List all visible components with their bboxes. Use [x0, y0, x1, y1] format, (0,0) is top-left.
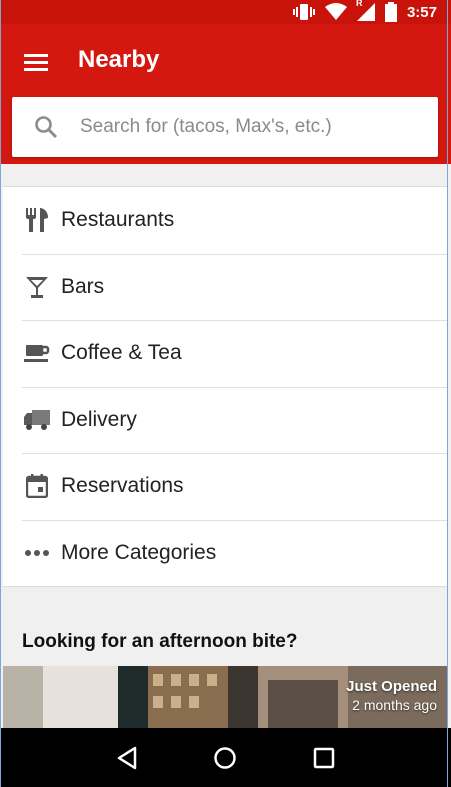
category-label: Restaurants: [61, 208, 175, 232]
right-edge-line: [447, 0, 448, 787]
category-item-more[interactable]: More Categories: [3, 519, 447, 587]
hamburger-menu-icon[interactable]: [18, 48, 54, 76]
category-item-bars[interactable]: Bars: [3, 253, 447, 321]
category-label: Bars: [61, 274, 105, 298]
search-placeholder: Search for (tacos, Max's, etc.): [80, 116, 332, 137]
system-nav-bar: [0, 728, 451, 787]
category-label: More Categories: [61, 540, 217, 564]
feature-card[interactable]: Just Opened 2 months ago: [3, 666, 447, 728]
category-item-restaurants[interactable]: Restaurants: [3, 187, 447, 254]
signal-roaming-icon: R: [355, 0, 375, 21]
vibrate-icon: [292, 3, 315, 21]
wifi-icon: [324, 3, 347, 21]
category-list: Restaurants Bars Coffee & Tea Delivery R…: [3, 186, 447, 587]
search-icon: [32, 113, 60, 141]
category-item-coffee-tea[interactable]: Coffee & Tea: [3, 320, 447, 387]
delivery-truck-icon: [22, 405, 52, 435]
page-title: Nearby: [78, 46, 160, 73]
category-item-delivery[interactable]: Delivery: [3, 386, 447, 454]
search-input[interactable]: Search for (tacos, Max's, etc.): [12, 97, 438, 157]
status-time: 3:57: [406, 3, 437, 21]
feature-badge: Just Opened 2 months ago: [346, 678, 437, 713]
back-icon[interactable]: [107, 738, 147, 778]
roaming-marker: R: [355, 0, 363, 8]
category-label: Delivery: [61, 407, 137, 431]
screen: R 3:57 Nearby Search for (tacos, Max's, …: [0, 0, 451, 787]
left-edge-line: [0, 0, 1, 787]
fork-knife-icon: [22, 205, 52, 235]
home-icon[interactable]: [205, 738, 245, 778]
app-bar: Nearby Search for (tacos, Max's, etc.): [0, 24, 451, 164]
badge-title: Just Opened: [346, 678, 437, 695]
category-label: Reservations: [61, 474, 184, 498]
section-title: Looking for an afternoon bite?: [22, 631, 298, 652]
coffee-cup-icon: [22, 338, 52, 368]
status-bar: R 3:57: [0, 0, 451, 24]
category-label: Coffee & Tea: [61, 341, 182, 365]
badge-subtitle: 2 months ago: [352, 697, 437, 713]
battery-icon: [384, 2, 397, 22]
more-dots-icon: [22, 538, 52, 568]
cocktail-glass-icon: [22, 272, 52, 302]
calendar-icon: [22, 471, 52, 501]
category-item-reservations[interactable]: Reservations: [3, 453, 447, 520]
recents-icon[interactable]: [304, 738, 344, 778]
